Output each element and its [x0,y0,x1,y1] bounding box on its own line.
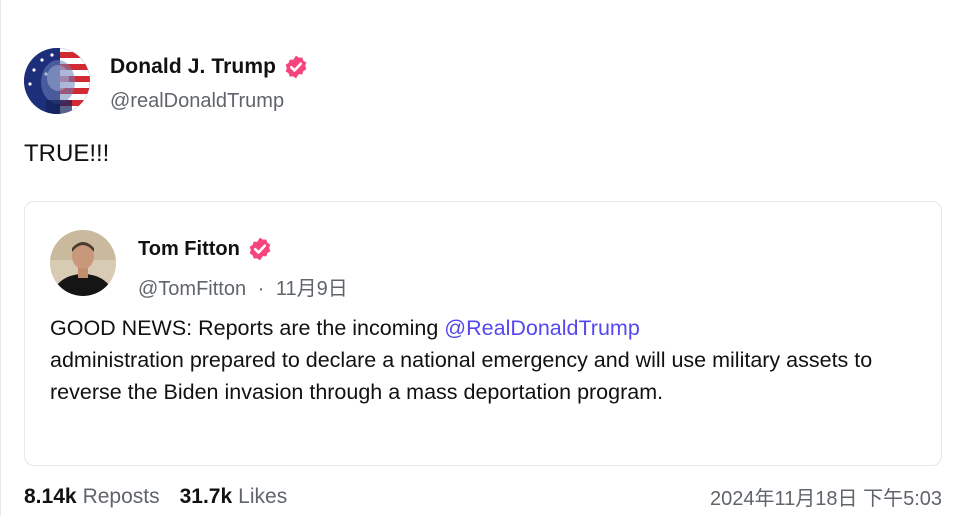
post-text: TRUE!!! [24,140,110,167]
quoted-post-date[interactable]: 11月9日 [276,278,348,300]
truth-post: Donald J. Trump @realDonaldTrump TRUE!!! [0,0,958,516]
quoted-post-card[interactable]: Tom Fitton @TomFitton · 11月9日 GOOD NEWS:… [24,201,942,466]
author-avatar[interactable] [24,48,90,114]
likes-label[interactable]: Likes [238,485,287,509]
author-info: Donald J. Trump @realDonaldTrump [110,54,309,113]
quoted-author-avatar[interactable] [50,230,116,296]
verified-badge-icon [283,54,309,80]
quoted-author-info: Tom Fitton @TomFitton · 11月9日 [138,236,348,301]
quoted-author-meta: @TomFitton · 11月9日 [138,272,348,301]
author-handle[interactable]: @realDonaldTrump [110,90,309,113]
post-header: Donald J. Trump @realDonaldTrump [24,48,309,114]
post-timestamp: 2024年11月18日 下午5:03 [710,488,942,510]
post-footer: 8.14k Reposts 31.7k Likes 2024年11月18日 下午… [24,482,942,511]
quoted-post-header: Tom Fitton @TomFitton · 11月9日 [50,230,348,301]
quoted-text-part-2: administration prepared to declare a nat… [50,348,873,404]
author-display-name[interactable]: Donald J. Trump [110,55,276,79]
quoted-text-part-1: GOOD NEWS: Reports are the incoming [50,316,445,340]
quoted-author-handle[interactable]: @TomFitton [138,278,246,300]
meta-separator: · [257,278,265,300]
quoted-author-name-row: Tom Fitton [138,236,348,262]
likes-count[interactable]: 31.7k [180,485,233,509]
quoted-post-text: GOOD NEWS: Reports are the incoming @Rea… [50,312,910,408]
author-name-row: Donald J. Trump [110,54,309,80]
mention-link[interactable]: @RealDonaldTrump [444,316,640,340]
reposts-label[interactable]: Reposts [83,485,160,509]
left-divider [0,0,1,516]
quoted-author-display-name[interactable]: Tom Fitton [138,238,240,261]
reposts-count[interactable]: 8.14k [24,485,77,509]
quoted-verified-badge-icon [247,236,273,262]
